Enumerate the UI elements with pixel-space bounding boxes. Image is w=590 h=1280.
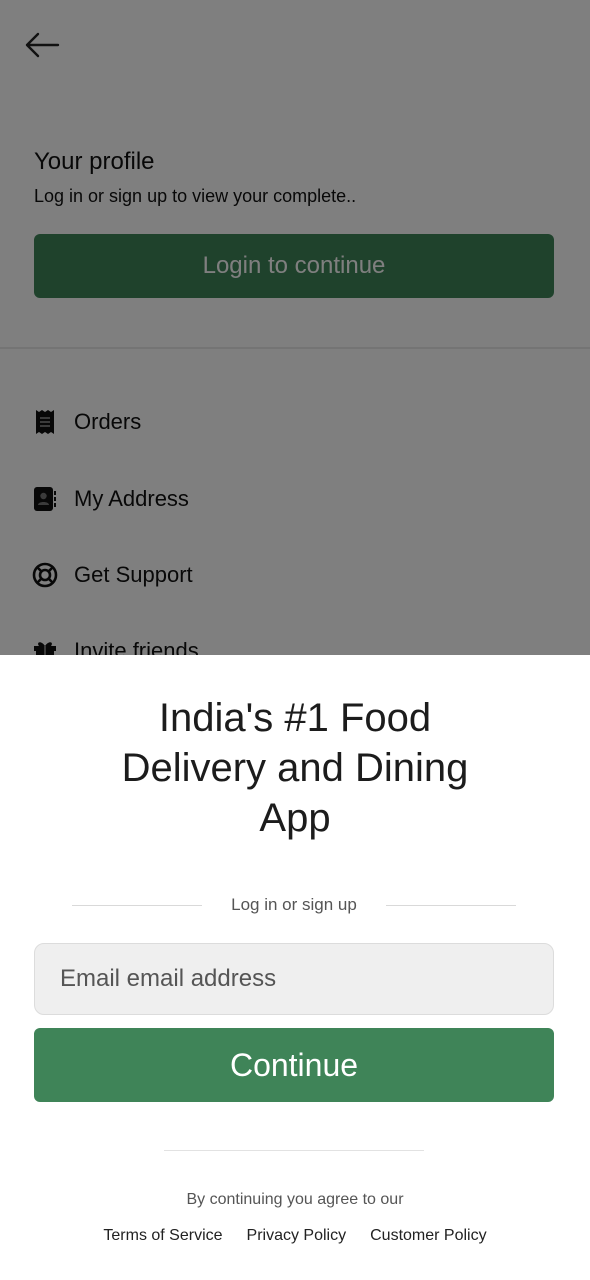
continue-button[interactable]: Continue (34, 1028, 554, 1102)
modal-backdrop[interactable] (0, 0, 590, 656)
terms-of-service-link[interactable]: Terms of Service (103, 1227, 222, 1245)
separator-line-right (386, 905, 516, 906)
sheet-headline: India's #1 Food Delivery and Dining App (121, 696, 469, 840)
login-bottom-sheet: India's #1 Food Delivery and Dining App … (0, 655, 590, 1280)
sheet-divider (164, 1150, 424, 1151)
agree-text: By continuing you agree to our (186, 1191, 404, 1208)
email-input[interactable] (34, 943, 554, 1015)
privacy-policy-link[interactable]: Privacy Policy (247, 1227, 347, 1245)
login-separator: Log in or sign up (72, 895, 516, 917)
screen: Your profile Log in or sign up to view y… (0, 0, 590, 1280)
customer-policy-link[interactable]: Customer Policy (370, 1227, 486, 1245)
policy-links: Terms of Service Privacy Policy Customer… (0, 1227, 590, 1245)
